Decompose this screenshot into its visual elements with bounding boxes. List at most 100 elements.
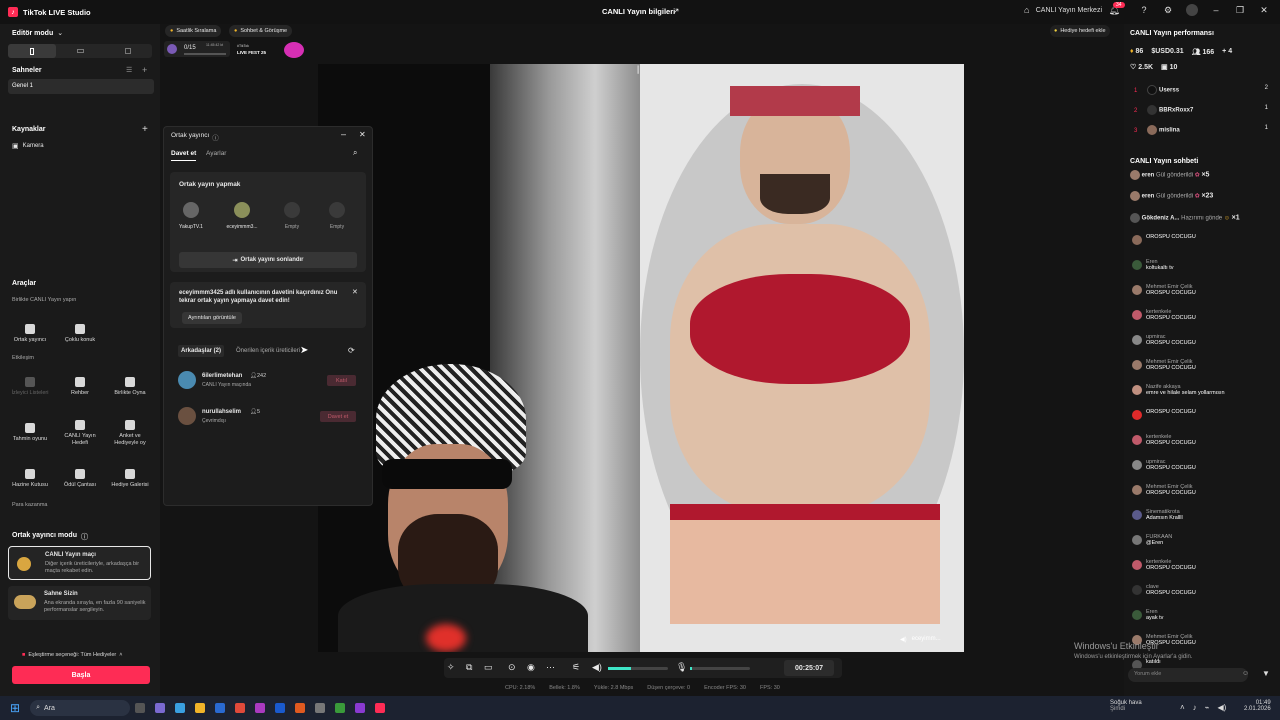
- gear-icon[interactable]: ⚙: [1162, 4, 1174, 16]
- ranking-row[interactable]: 2 BBRxRoxx7 1: [1134, 105, 1268, 115]
- taskview-icon[interactable]: [135, 703, 146, 713]
- tool-gift-gallery[interactable]: Hediye Galerisi: [108, 459, 152, 499]
- chat-meet-chip[interactable]: ● Sohbet & Görüşme: [229, 25, 293, 37]
- windows-start-icon[interactable]: ⊞: [10, 701, 20, 715]
- hourly-ranking-chip[interactable]: ● Saatlik Sıralama: [165, 25, 222, 37]
- filter-icon[interactable]: ▼: [1262, 669, 1270, 678]
- brave-icon[interactable]: [295, 703, 306, 713]
- ranking-row[interactable]: 3 mislina 1: [1134, 125, 1268, 135]
- tool-poll[interactable]: Anket ve Hediyeyle oy: [108, 413, 152, 453]
- settings-sliders-icon[interactable]: ⚟: [572, 662, 580, 673]
- view-details-button[interactable]: Ayrıntıları görüntüle: [182, 312, 242, 324]
- friend-row[interactable]: nurullahselim 👤︎5 Çevrimdışı Davet et: [178, 407, 358, 429]
- tool-reward-bag[interactable]: Ödül Çantası: [58, 459, 102, 499]
- chrome-icon[interactable]: [235, 703, 246, 713]
- tab-settings[interactable]: Ayarlar: [206, 150, 226, 157]
- dual-icon[interactable]: [104, 44, 152, 58]
- photoshop-icon[interactable]: [275, 703, 286, 713]
- live-info-title[interactable]: CANLI Yayın bilgileri: [602, 7, 675, 16]
- chat-text: OROSPU COCUGU: [1146, 340, 1196, 346]
- tab-invite[interactable]: Davet et: [171, 150, 197, 161]
- clock[interactable]: 01:49 2.01.2026: [1244, 700, 1271, 712]
- teams-icon[interactable]: [155, 703, 166, 713]
- add-source-icon[interactable]: +: [142, 124, 148, 135]
- system-tray[interactable]: ˄ ♪ ⌁ ◀): [1180, 703, 1226, 712]
- tiktok-live-icon[interactable]: [375, 703, 386, 713]
- explorer-icon[interactable]: [195, 703, 206, 713]
- list-icon[interactable]: ☰: [126, 66, 132, 74]
- add-gift-goal-button[interactable]: ● Hediye hedefi ekle: [1050, 25, 1110, 37]
- weather-widget[interactable]: Soğuk hava Şimdi: [1110, 700, 1142, 712]
- live-center-button[interactable]: ⌂ CANLI Yayın Merkezi: [1021, 4, 1102, 16]
- tool-icon[interactable]: [315, 703, 326, 713]
- share-icon[interactable]: ↗: [672, 6, 680, 17]
- more-icon[interactable]: ⋯: [546, 662, 555, 673]
- close-icon[interactable]: ✕: [1258, 4, 1270, 16]
- invite-button[interactable]: Davet et: [320, 411, 356, 422]
- portrait-icon[interactable]: [8, 44, 56, 58]
- maximize-icon[interactable]: ❐: [1234, 4, 1246, 16]
- end-cohost-button[interactable]: ⇥ Ortak yayını sonlandır: [179, 252, 357, 268]
- slot-1[interactable]: YakupTV.1: [179, 202, 203, 230]
- search-icon[interactable]: ⌕: [353, 148, 357, 158]
- start-button[interactable]: Başla: [12, 666, 150, 684]
- cohost-panel: Ortak yayıncı ⓘ – ✕ Davet et Ayarlar ⌕ Or…: [163, 126, 373, 506]
- ranking-row[interactable]: 1 Userss 2: [1134, 85, 1268, 95]
- screen-icon[interactable]: ▭: [484, 662, 493, 673]
- mic-slider[interactable]: [690, 667, 750, 670]
- volume-icon[interactable]: ◀): [592, 662, 602, 673]
- volume-slider[interactable]: [608, 667, 668, 670]
- minimize-icon[interactable]: –: [341, 129, 346, 139]
- tool-play-together[interactable]: Birlikte Oyna: [108, 367, 152, 407]
- game-icon[interactable]: [335, 703, 346, 713]
- tool-live-goal[interactable]: CANLI Yayın Hedefi: [58, 413, 102, 453]
- speaker-icon[interactable]: ◀): [900, 636, 907, 643]
- landscape-icon[interactable]: [56, 44, 104, 58]
- record-icon[interactable]: ⊙: [508, 662, 516, 673]
- obs-icon[interactable]: [355, 703, 366, 713]
- edge-icon[interactable]: [175, 703, 186, 713]
- emoji-icon[interactable]: ☺: [1242, 670, 1249, 677]
- tool-cohost[interactable]: Ortak yayıncı: [8, 314, 52, 354]
- source-camera[interactable]: ▣ Kamera: [12, 142, 44, 150]
- tool-guess-game[interactable]: Tahmin oyunu: [8, 413, 52, 453]
- slot-4[interactable]: Empty: [325, 202, 349, 230]
- slot-3[interactable]: Empty: [280, 202, 304, 230]
- stage-card[interactable]: Sahne Sizin Ana ekranda sırayla, en fazl…: [8, 586, 151, 620]
- minimize-icon[interactable]: –: [1210, 4, 1222, 16]
- live-fest-banner[interactable]: #TikTok LIVE FEST 25: [234, 41, 306, 59]
- tool-treasure-box[interactable]: Hazine Kutusu: [8, 459, 52, 499]
- tab-friends[interactable]: Arkadaşlar (2): [178, 345, 225, 357]
- microphone-icon[interactable]: 🎙︎: [676, 662, 687, 673]
- add-scene-icon[interactable]: +: [142, 65, 147, 75]
- daily-progress[interactable]: 0/15 11:45:42 kt: [164, 41, 230, 57]
- slot-2[interactable]: eceyimmm3...: [222, 202, 262, 230]
- effects-icon[interactable]: ✧: [447, 662, 455, 673]
- editor-mode-dropdown[interactable]: Editör modu ⌄: [12, 29, 63, 38]
- scene-item[interactable]: Genel 1: [8, 79, 154, 94]
- comment-input[interactable]: Yorum ekle: [1128, 668, 1248, 682]
- info-icon[interactable]: ⓘ: [212, 132, 219, 142]
- orientation-toggle[interactable]: [8, 44, 152, 58]
- taskbar-search[interactable]: ⌕ Ara: [30, 700, 131, 716]
- help-icon[interactable]: ?: [1138, 4, 1150, 16]
- store-icon[interactable]: [215, 703, 226, 713]
- close-icon[interactable]: ✕: [352, 288, 358, 296]
- match-card[interactable]: CANLI Yayın maçı Diğer içerik üreticiler…: [8, 546, 151, 580]
- avatar: [1132, 360, 1142, 370]
- friend-row[interactable]: 6ilerlimetehan 👤︎242 CANLI Yayın maçında…: [178, 371, 358, 393]
- tool-multi-guest[interactable]: Çoklu konuk: [58, 314, 102, 354]
- close-icon[interactable]: ✕: [359, 130, 366, 139]
- bell-icon[interactable]: 🔔︎ 34: [1109, 2, 1126, 16]
- tab-suggested[interactable]: Önerilen içerik üreticileri: [236, 348, 300, 354]
- join-button[interactable]: Katıl: [327, 375, 356, 386]
- profile-avatar[interactable]: [1186, 4, 1198, 16]
- refresh-icon[interactable]: ⟳: [348, 346, 355, 355]
- tool-guide[interactable]: Rehber: [58, 367, 102, 407]
- app-icon[interactable]: [255, 703, 266, 713]
- pairing-dropdown[interactable]: ■ Eşleştirme seçeneği: Tüm Hediyeler ˄: [22, 652, 122, 658]
- layout-icon[interactable]: ⧉: [466, 662, 472, 673]
- camera-icon[interactable]: ◉: [527, 662, 535, 673]
- activation-watermark: Windows'u Etkinleştir: [1074, 641, 1159, 651]
- info-icon[interactable]: ⓘ: [81, 532, 88, 542]
